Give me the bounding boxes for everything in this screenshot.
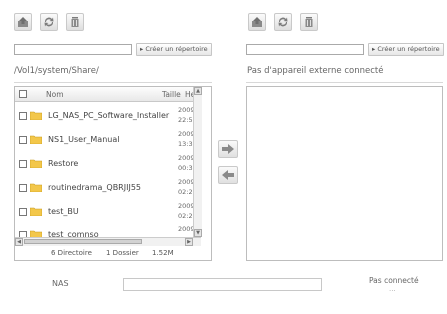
row-checkbox[interactable] (19, 136, 27, 144)
refresh-icon (278, 17, 288, 27)
connection-status: Pas connecté (369, 276, 419, 285)
copy-left-button[interactable] (218, 166, 238, 184)
file-name: test_comnso (48, 230, 99, 237)
file-row[interactable]: Restore 2009 00:3 (15, 151, 199, 176)
right-file-panel (246, 86, 443, 261)
left-file-panel: Nom Taille Heu LG_NAS_PC_Software_Instal… (14, 86, 212, 261)
left-create-directory-button[interactable]: ▸ Créer un répertoire (136, 43, 212, 56)
right-divider (246, 82, 443, 83)
folder-icon (30, 183, 42, 192)
total-size: 1.52M (152, 249, 174, 257)
row-checkbox[interactable] (19, 184, 27, 192)
folder-icon (30, 159, 42, 168)
folder-count: 1 Dossier (106, 249, 139, 257)
right-new-folder-input[interactable] (246, 44, 364, 55)
directory-count: 6 Directoire (51, 249, 92, 257)
file-row[interactable]: NS1_User_Manual 2009 13:3 (15, 127, 199, 152)
file-name: LG_NAS_PC_Software_Installer (48, 111, 170, 120)
left-upload-button[interactable] (14, 13, 32, 31)
right-upload-button[interactable] (248, 13, 266, 31)
file-row[interactable]: routinedrama_QBRJIJ55 2009 02:2 (15, 175, 199, 200)
row-checkbox[interactable] (19, 160, 27, 168)
vertical-scrollbar[interactable]: ▲ ▼ (193, 87, 202, 237)
scroll-down-button[interactable]: ▼ (194, 229, 202, 237)
arrow-right-icon (222, 144, 234, 154)
file-row[interactable]: test_BU 2009 02:2 (15, 199, 199, 224)
scroll-up-button[interactable]: ▲ (194, 87, 202, 95)
right-create-directory-label: Créer un répertoire (377, 45, 440, 53)
upload-icon (18, 17, 28, 27)
left-refresh-button[interactable] (40, 13, 58, 31)
row-checkbox[interactable] (19, 208, 27, 216)
column-name-header[interactable]: Nom (46, 90, 64, 99)
left-divider (14, 82, 212, 83)
file-name: test_BU (48, 207, 79, 216)
arrow-left-icon (222, 170, 234, 180)
select-all-checkbox[interactable] (19, 90, 27, 98)
nas-label: NAS (52, 279, 69, 288)
right-create-directory-button[interactable]: ▸ Créer un répertoire (368, 43, 444, 56)
right-refresh-button[interactable] (274, 13, 292, 31)
right-delete-button[interactable] (300, 13, 318, 31)
copy-right-button[interactable] (218, 140, 238, 158)
scroll-left-button[interactable]: ◀ (15, 238, 23, 246)
left-delete-button[interactable] (66, 13, 84, 31)
file-name: NS1_User_Manual (48, 135, 120, 144)
column-size-header[interactable]: Taille (162, 90, 181, 99)
row-checkbox[interactable] (19, 112, 27, 120)
horizontal-scrollbar[interactable]: ◀ ▶ (15, 237, 201, 246)
folder-icon (30, 111, 42, 120)
left-current-path: /Vol1/system/Share/ (14, 66, 99, 76)
folder-icon (30, 207, 42, 216)
delete-icon (305, 17, 313, 27)
delete-icon (71, 17, 79, 27)
left-create-directory-label: Créer un répertoire (145, 45, 208, 53)
file-row[interactable]: test_comnso 2009 (15, 222, 199, 237)
right-status-message: Pas d'appareil externe connecté (247, 66, 384, 76)
upload-icon (252, 17, 262, 27)
folder-icon (30, 230, 42, 237)
file-name: Restore (48, 159, 79, 168)
left-new-folder-input[interactable] (14, 44, 132, 55)
file-list-header: Nom Taille Heu (15, 87, 200, 102)
folder-icon (30, 135, 42, 144)
nas-field[interactable] (123, 278, 322, 291)
scroll-right-button[interactable]: ▶ (185, 238, 193, 246)
horizontal-scroll-thumb[interactable] (24, 239, 142, 244)
connection-status-dots: ... (389, 285, 396, 293)
file-name: routinedrama_QBRJIJ55 (48, 183, 141, 192)
file-row[interactable]: LG_NAS_PC_Software_Installer 2009 22:5 (15, 103, 199, 128)
refresh-icon (44, 17, 54, 27)
